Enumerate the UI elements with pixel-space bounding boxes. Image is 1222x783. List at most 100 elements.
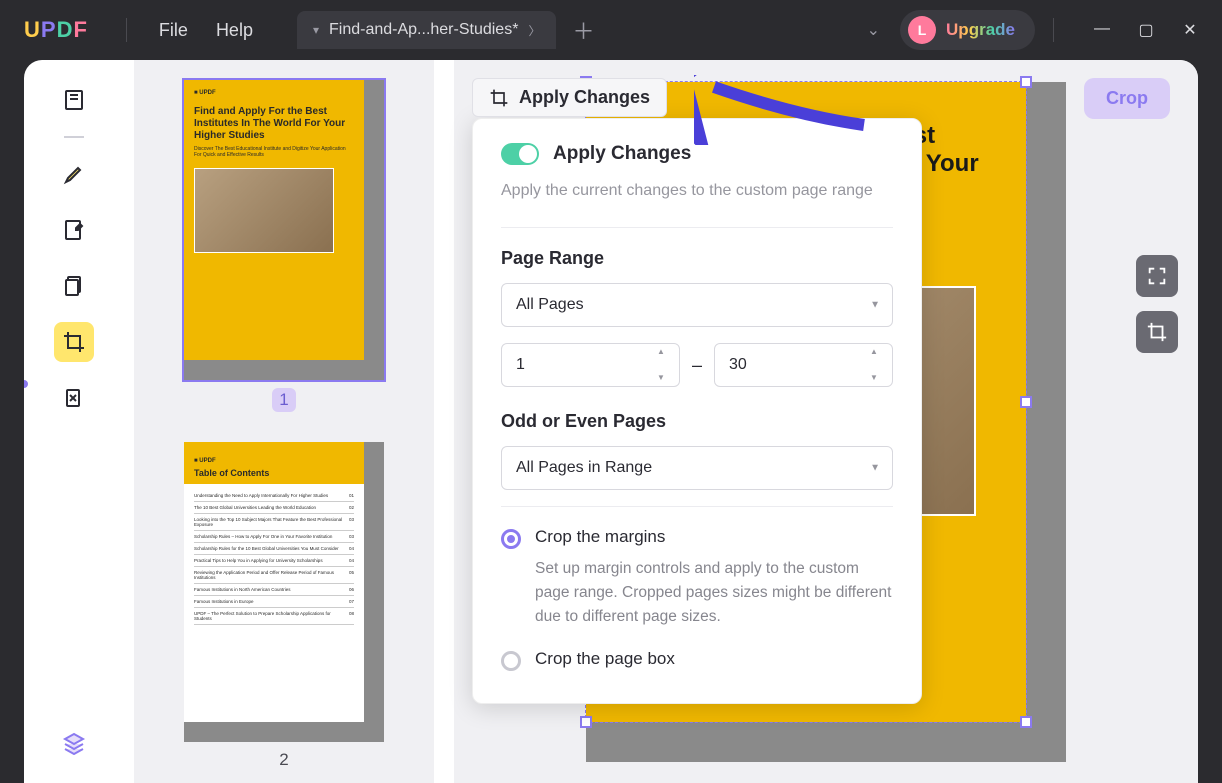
tab-bar: ▾ Find-and-Ap...her-Studies* 〉 ＋ <box>297 11 595 49</box>
thumb-photo <box>194 168 334 253</box>
chevron-down-icon: ▼ <box>870 300 880 311</box>
indicator-dot <box>24 380 28 388</box>
tabs-overflow-icon[interactable]: ⌄ <box>867 20 880 40</box>
apply-changes-header-button[interactable]: Apply Changes <box>472 78 667 117</box>
main-area: ■ UPDF Find and Apply For the Best Insti… <box>24 60 1198 783</box>
tool-layers[interactable] <box>54 723 94 763</box>
toc-line: UPDF – The Perfect Solution to Prepare S… <box>194 608 354 625</box>
separator <box>501 227 893 228</box>
left-toolbar <box>24 60 124 783</box>
upgrade-label: Upgrade <box>946 20 1015 40</box>
crop-preset-button[interactable] <box>1136 311 1178 353</box>
menu-file[interactable]: File <box>145 14 202 47</box>
apply-changes-toggle[interactable] <box>501 143 539 165</box>
view-controls <box>1136 255 1178 353</box>
radio-crop-pagebox[interactable] <box>501 651 521 671</box>
tool-highlight[interactable] <box>54 154 94 194</box>
range-to-input[interactable]: 30 ▲ ▼ <box>714 343 893 387</box>
apply-changes-panel: Apply Changes Apply the current changes … <box>472 118 922 704</box>
odd-even-label: Odd or Even Pages <box>501 411 893 432</box>
radio-crop-margins[interactable] <box>501 529 521 549</box>
upgrade-button[interactable]: L Upgrade <box>900 10 1035 50</box>
crop-handle-e[interactable] <box>1020 396 1032 408</box>
expand-icon <box>1146 265 1168 287</box>
pages-icon <box>62 274 86 298</box>
radio-crop-margins-label: Crop the margins <box>535 527 665 547</box>
range-to-value: 30 <box>729 356 747 373</box>
document-tab[interactable]: ▾ Find-and-Ap...her-Studies* 〉 <box>297 11 556 49</box>
crop-handle-ne[interactable] <box>1020 76 1032 88</box>
edit-icon <box>62 218 86 242</box>
toc-line: Reviewing the Application Period and Off… <box>194 567 354 584</box>
fit-screen-button[interactable] <box>1136 255 1178 297</box>
crop-handle-sw[interactable] <box>580 716 592 728</box>
crop-button[interactable]: Crop <box>1084 78 1170 119</box>
layers-icon <box>62 731 86 755</box>
new-tab-button[interactable]: ＋ <box>572 14 594 46</box>
radio-crop-margins-desc: Set up margin controls and apply to the … <box>535 557 893 629</box>
thumb-subtitle: Discover The Best Educational Institute … <box>194 146 354 158</box>
tab-title: Find-and-Ap...her-Studies* <box>329 21 518 39</box>
apply-changes-label: Apply Changes <box>519 87 650 108</box>
tab-menu-icon[interactable]: ▾ <box>313 23 319 37</box>
highlighter-icon <box>62 162 86 186</box>
toc-line: Scholarship Rules – How to Apply For One… <box>194 531 354 543</box>
toc-line: Practical Tips to Help You in Applying f… <box>194 555 354 567</box>
radio-crop-pagebox-label: Crop the page box <box>535 649 675 669</box>
crop-handle-se[interactable] <box>1020 716 1032 728</box>
panel-title: Apply Changes <box>553 143 691 165</box>
separator <box>501 506 893 507</box>
book-icon <box>62 88 86 112</box>
spinner-up-icon[interactable]: ▲ <box>657 348 675 356</box>
thumb-logo: ■ UPDF <box>194 458 354 464</box>
toc-line: Famous Institutions in Europe07 <box>194 596 354 608</box>
menu-help[interactable]: Help <box>202 14 267 47</box>
close-button[interactable]: ✕ <box>1180 20 1200 40</box>
toc-line: Understanding the Need to Apply Internat… <box>194 490 354 502</box>
tool-organize[interactable] <box>54 266 94 306</box>
spinner-down-icon[interactable]: ▼ <box>870 374 888 382</box>
titlebar: UPDF File Help ▾ Find-and-Ap...her-Studi… <box>0 0 1222 60</box>
tool-crop[interactable] <box>54 322 94 362</box>
tool-edit[interactable] <box>54 210 94 250</box>
toc-line: Looking into the Top 10 Subject Majors T… <box>194 514 354 531</box>
app-logo: UPDF <box>24 17 88 43</box>
range-dash: – <box>692 355 702 376</box>
window-controls: — ▢ ✕ <box>1092 20 1200 40</box>
crop-icon <box>489 88 509 108</box>
range-from-input[interactable]: 1 ▲ ▼ <box>501 343 680 387</box>
thumb-number: 2 <box>154 750 414 770</box>
thumbnail-page-2[interactable]: ■ UPDF Table of Contents Understanding t… <box>154 442 414 770</box>
thumbnail-page-1[interactable]: ■ UPDF Find and Apply For the Best Insti… <box>154 80 414 412</box>
annotation-arrow <box>694 75 874 145</box>
redact-icon <box>62 386 86 410</box>
thumb-logo: ■ UPDF <box>194 90 354 96</box>
toc-line: Scholarship Rules for the 10 Best Global… <box>194 543 354 555</box>
spinner-up-icon[interactable]: ▲ <box>870 348 888 356</box>
chevron-right-icon[interactable]: 〉 <box>528 22 540 39</box>
toc-title: Table of Contents <box>194 468 354 478</box>
document-view: Find and Apply For the Best Institutes I… <box>454 60 1198 783</box>
toc-line: The 10 Best Global Universities Leading … <box>194 502 354 514</box>
page-range-select[interactable]: All Pages ▼ <box>501 283 893 327</box>
tool-reader[interactable] <box>54 80 94 120</box>
spinner-down-icon[interactable]: ▼ <box>657 374 675 382</box>
thumb-title: Find and Apply For the Best Institutes I… <box>194 106 354 142</box>
page-range-value: All Pages <box>516 296 584 313</box>
divider <box>126 18 127 42</box>
range-from-value: 1 <box>516 356 525 373</box>
chevron-down-icon: ▼ <box>870 463 880 474</box>
crop-icon <box>1146 321 1168 343</box>
minimize-button[interactable]: — <box>1092 20 1112 40</box>
separator <box>64 136 84 138</box>
odd-even-select[interactable]: All Pages in Range ▼ <box>501 446 893 490</box>
thumbnail-panel: ■ UPDF Find and Apply For the Best Insti… <box>134 60 434 783</box>
tool-redact[interactable] <box>54 378 94 418</box>
odd-even-value: All Pages in Range <box>516 459 652 476</box>
panel-description: Apply the current changes to the custom … <box>501 179 893 203</box>
page-range-label: Page Range <box>501 248 893 269</box>
maximize-button[interactable]: ▢ <box>1136 20 1156 40</box>
avatar: L <box>908 16 936 44</box>
crop-icon <box>62 330 86 354</box>
thumb-number: 1 <box>272 388 296 412</box>
